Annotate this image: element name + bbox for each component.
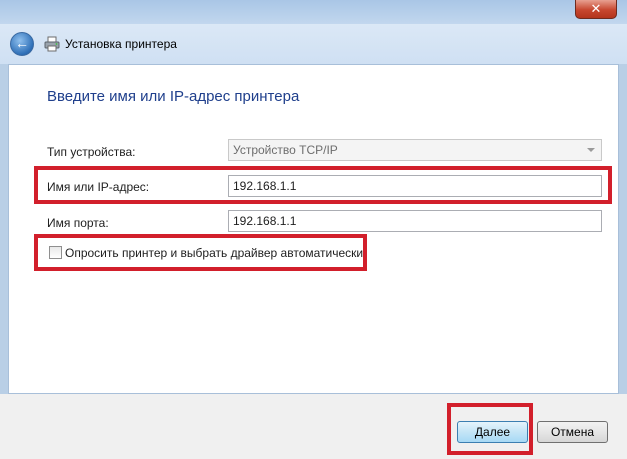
title-bar: ✕ xyxy=(0,0,627,24)
highlight-next-button xyxy=(447,403,533,455)
back-arrow-icon: ← xyxy=(15,35,29,51)
device-type-select: Устройство TCP/IP xyxy=(228,139,602,161)
cancel-button[interactable]: Отмена xyxy=(537,421,608,443)
navigation-bar: ← Установка принтера xyxy=(0,24,627,64)
page-heading: Введите имя или IP-адрес принтера xyxy=(47,88,300,105)
port-name-input[interactable]: 192.168.1.1 xyxy=(228,210,602,232)
highlight-host-field xyxy=(34,166,612,204)
close-window-button[interactable]: ✕ xyxy=(575,0,617,19)
dropdown-arrow-icon xyxy=(587,148,595,152)
port-name-label: Имя порта: xyxy=(47,216,109,230)
printer-icon xyxy=(44,36,60,52)
device-type-value: Устройство TCP/IP xyxy=(233,143,338,157)
device-type-label: Тип устройства: xyxy=(47,145,136,159)
back-button[interactable]: ← xyxy=(10,32,34,56)
port-name-value: 192.168.1.1 xyxy=(233,214,297,228)
wizard-title: Установка принтера xyxy=(65,37,177,51)
highlight-query-checkbox xyxy=(34,234,367,271)
wizard-content: Введите имя или IP-адрес принтера Тип ус… xyxy=(8,64,619,394)
close-icon: ✕ xyxy=(590,1,602,16)
